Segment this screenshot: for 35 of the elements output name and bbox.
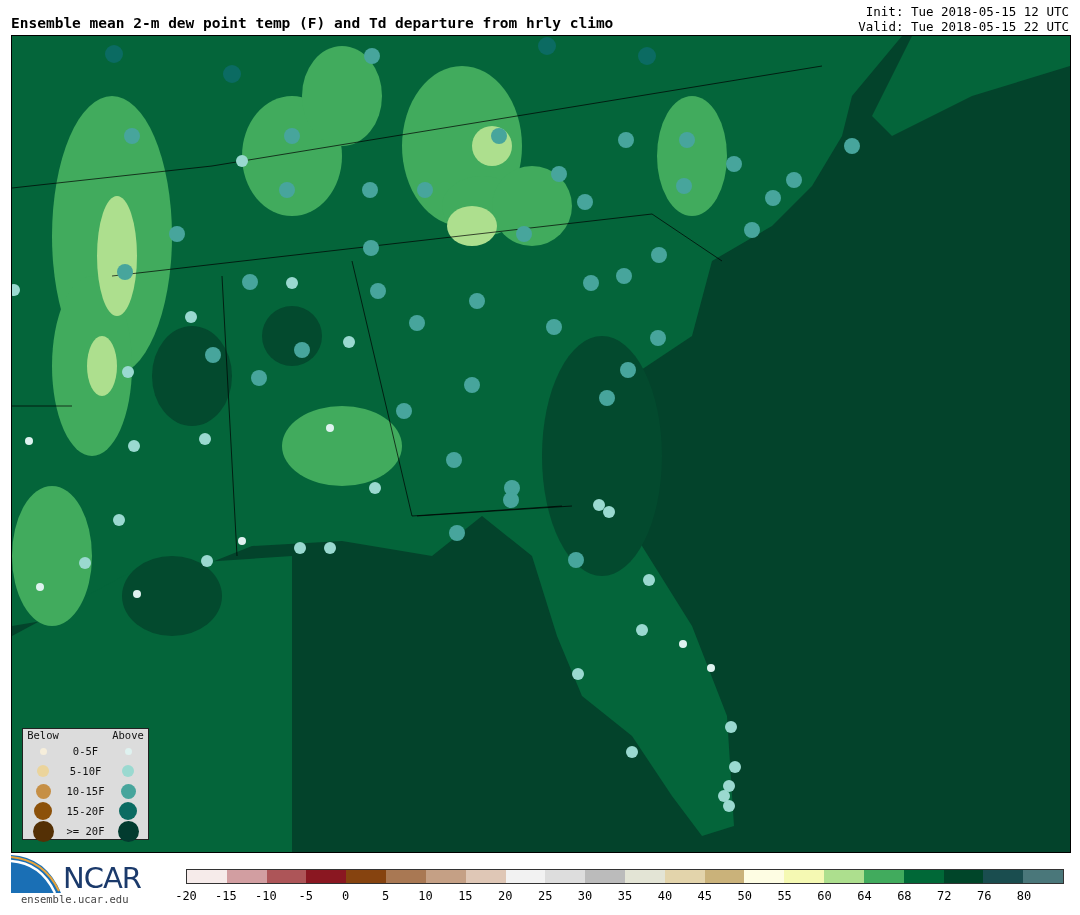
- colorbar-tick-label: 35: [617, 889, 633, 903]
- logo-swoosh-icon: [11, 855, 61, 893]
- colorbar-tick-label: 64: [857, 889, 872, 903]
- colorbar-tick-label: -5: [298, 889, 313, 903]
- colorbar-tick-label: 45: [697, 889, 713, 903]
- colorbar-tick-label: 55: [777, 889, 792, 903]
- colorbar-tick-label: 50: [737, 889, 752, 903]
- legend-label: >= 20F: [66, 825, 105, 837]
- colorbar-tick-label: 25: [537, 889, 553, 903]
- colorbar-tick-label: 5: [381, 889, 390, 903]
- valid-time: Valid: Tue 2018-05-15 22 UTC: [858, 19, 1069, 34]
- init-time: Init: Tue 2018-05-15 12 UTC: [865, 4, 1069, 19]
- colorbar-tick-label: 0: [342, 889, 350, 903]
- colorbar-tick-label: 60: [817, 889, 832, 903]
- colorbar-tick-label: -15: [215, 889, 237, 903]
- colorbar-tick-label: 72: [937, 889, 952, 903]
- legend-label: 15-20F: [66, 805, 105, 817]
- colorbar-tick-label: -20: [175, 889, 197, 903]
- legend-heading: Above: [112, 729, 144, 741]
- colorbar-tick-label: 30: [577, 889, 593, 903]
- colorbar-tick-label: 80: [1016, 889, 1032, 903]
- legend-label: 10-15F: [66, 785, 105, 797]
- colorbar-tick-label: 68: [897, 889, 912, 903]
- legend-label: 5-10F: [69, 765, 102, 777]
- legend-label: 0-5F: [72, 745, 99, 757]
- colorbar-tick-label: 20: [498, 889, 513, 903]
- colorbar-tick-label: 15: [458, 889, 473, 903]
- chart-title: Ensemble mean 2-m dew point temp (F) and Td departure from hrly climo: [11, 15, 614, 33]
- colorbar-tick-label: 10: [418, 889, 433, 903]
- site-url: ensemble.ucar.edu: [21, 893, 130, 905]
- legend-heading: Below: [27, 729, 59, 741]
- colorbar-tick-label: 76: [976, 889, 992, 903]
- logo-wordmark: NCAR: [63, 863, 141, 893]
- colorbar-tick-label: -10: [254, 889, 277, 903]
- colorbar-tick-label: 40: [657, 889, 673, 903]
